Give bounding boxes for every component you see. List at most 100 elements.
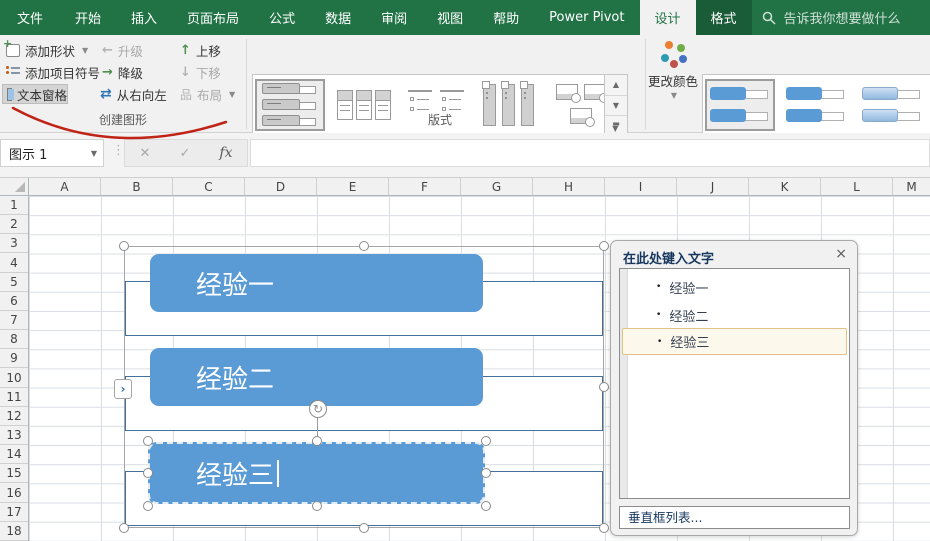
row-header-10[interactable]: 10 xyxy=(0,369,28,388)
row-header-9[interactable]: 9 xyxy=(0,349,28,369)
column-header-d[interactable]: D xyxy=(245,178,317,195)
row-header-16[interactable]: 16 xyxy=(0,484,28,503)
resize-handle-middle-right[interactable] xyxy=(599,382,609,392)
shape3-handle-top-left[interactable] xyxy=(143,436,153,446)
shape3-handle-bottom-right[interactable] xyxy=(481,501,491,511)
arrow-left-icon: ← xyxy=(102,42,113,58)
tab-page-layout[interactable]: 页面布局 xyxy=(172,0,254,35)
ribbon-tab-bar: 文件 开始 插入 页面布局 公式 数据 审阅 视图 帮助 Power Pivot… xyxy=(0,0,930,35)
smartart-canvas-frame[interactable] xyxy=(124,246,604,528)
add-shape-icon xyxy=(3,37,20,57)
column-header-b[interactable]: B xyxy=(101,178,173,195)
row-header-17[interactable]: 17 xyxy=(0,503,28,522)
row-header-6[interactable]: 6 xyxy=(0,292,28,311)
tab-file[interactable]: 文件 xyxy=(0,0,60,35)
row-header-1[interactable]: 1 xyxy=(0,196,28,216)
swap-arrows-icon: ⇄ xyxy=(100,86,112,102)
smartart-styles-gallery xyxy=(702,74,930,136)
text-pane-item-2[interactable]: • 经验二 xyxy=(620,301,849,329)
org-chart-icon: 品 xyxy=(180,87,193,102)
promote-button[interactable]: ← 升级 xyxy=(102,40,143,60)
name-box[interactable]: 图示 1 ▼ xyxy=(0,139,104,167)
column-header-c[interactable]: C xyxy=(173,178,245,195)
promote-label: 升级 xyxy=(117,43,143,59)
row-header-7[interactable]: 7 xyxy=(0,311,28,331)
shape3-handle-bottom-middle[interactable] xyxy=(312,501,322,511)
text-pane-button[interactable]: 文本窗格 xyxy=(2,84,68,104)
resize-handle-bottom-middle[interactable] xyxy=(359,523,369,533)
column-header-a[interactable]: A xyxy=(29,178,101,195)
move-down-button[interactable]: ↓ 下移 xyxy=(180,62,221,82)
text-pane-list[interactable]: • 经验一 • 经验二 • 经验三 xyxy=(619,268,850,499)
cancel-button[interactable]: ✕ xyxy=(140,146,151,161)
demote-button[interactable]: → 降级 xyxy=(102,62,143,82)
row-header-14[interactable]: 14 xyxy=(0,445,28,465)
row-header-12[interactable]: 12 xyxy=(0,407,28,426)
layout-button[interactable]: 品 布局 ▼ xyxy=(180,84,235,104)
row-header-5[interactable]: 5 xyxy=(0,273,28,292)
tab-insert[interactable]: 插入 xyxy=(116,0,172,35)
rotation-handle[interactable]: ↻ xyxy=(309,400,327,418)
item-1-text: 经验一 xyxy=(669,281,709,297)
tab-format[interactable]: 格式 xyxy=(695,0,752,35)
column-header-e[interactable]: E xyxy=(317,178,389,195)
column-header-h[interactable]: H xyxy=(533,178,605,195)
select-all-corner[interactable] xyxy=(0,178,29,196)
tell-me-search[interactable]: 告诉我你想要做什么 xyxy=(752,0,911,35)
row-header-2[interactable]: 2 xyxy=(0,215,28,235)
style-thumb-white-outline[interactable] xyxy=(781,79,851,131)
resize-handle-bottom-left[interactable] xyxy=(119,523,129,533)
shape3-handle-top-right[interactable] xyxy=(481,436,491,446)
change-colors-button[interactable]: 更改颜色 ▼ xyxy=(648,41,698,100)
column-header-m[interactable]: M xyxy=(893,178,930,195)
style-thumb-simple-fill[interactable] xyxy=(705,79,775,131)
shape3-handle-top-middle[interactable] xyxy=(312,436,322,446)
tab-formulas[interactable]: 公式 xyxy=(254,0,310,35)
resize-handle-top-middle[interactable] xyxy=(359,241,369,251)
style-thumb-subtle-effect[interactable] xyxy=(857,79,927,131)
tab-home[interactable]: 开始 xyxy=(60,0,116,35)
row-header-11[interactable]: 11 xyxy=(0,388,28,407)
column-header-j[interactable]: J xyxy=(677,178,749,195)
chevron-down-icon[interactable]: ▼ xyxy=(91,149,97,158)
column-header-g[interactable]: G xyxy=(461,178,533,195)
row-header-8[interactable]: 8 xyxy=(0,330,28,350)
close-icon[interactable]: × xyxy=(835,246,847,262)
add-shape-button[interactable]: 添加形状 ▼ xyxy=(3,37,88,60)
tab-design[interactable]: 设计 xyxy=(639,0,696,35)
tab-power-pivot[interactable]: Power Pivot xyxy=(534,0,639,35)
enter-button[interactable]: ✓ xyxy=(179,146,190,161)
resize-handle-top-right[interactable] xyxy=(599,241,609,251)
text-pane-toggle-button[interactable]: › xyxy=(114,379,132,399)
formula-input[interactable] xyxy=(250,139,930,167)
text-pane-item-3-active[interactable]: • 经验三 xyxy=(622,328,847,355)
gallery-scroll-up[interactable]: ▲ xyxy=(605,75,627,96)
shape3-handle-middle-right[interactable] xyxy=(481,468,491,478)
resize-handle-top-left[interactable] xyxy=(119,241,129,251)
text-pane-item-1[interactable]: • 经验一 xyxy=(620,273,849,301)
row-header-4[interactable]: 4 xyxy=(0,254,28,273)
column-header-k[interactable]: K xyxy=(749,178,821,195)
add-bullet-button[interactable]: 添加项目符号 xyxy=(6,62,100,82)
shape3-handle-bottom-left[interactable] xyxy=(143,501,153,511)
move-up-button[interactable]: ↑ 上移 xyxy=(180,40,221,60)
right-to-left-button[interactable]: ⇄ 从右向左 xyxy=(100,84,167,104)
row-header-3[interactable]: 3 xyxy=(0,234,28,254)
tab-data[interactable]: 数据 xyxy=(310,0,366,35)
insert-function-button[interactable]: fx xyxy=(219,145,232,161)
resize-handle-bottom-right[interactable] xyxy=(599,523,609,533)
tab-view[interactable]: 视图 xyxy=(422,0,478,35)
shape3-handle-middle-left[interactable] xyxy=(143,468,153,478)
row-header-13[interactable]: 13 xyxy=(0,426,28,446)
add-shape-label: 添加形状 xyxy=(25,43,76,59)
text-pane-layout-name[interactable]: 垂直框列表... xyxy=(619,506,850,529)
row-header-18[interactable]: 18 xyxy=(0,522,28,541)
tab-review[interactable]: 审阅 xyxy=(366,0,422,35)
row-header-15[interactable]: 15 xyxy=(0,464,28,484)
column-header-i[interactable]: I xyxy=(605,178,677,195)
tab-help[interactable]: 帮助 xyxy=(478,0,534,35)
demote-label: 降级 xyxy=(117,65,143,81)
column-header-l[interactable]: L xyxy=(821,178,893,195)
name-box-value: 图示 1 xyxy=(9,147,48,163)
column-header-f[interactable]: F xyxy=(389,178,461,195)
